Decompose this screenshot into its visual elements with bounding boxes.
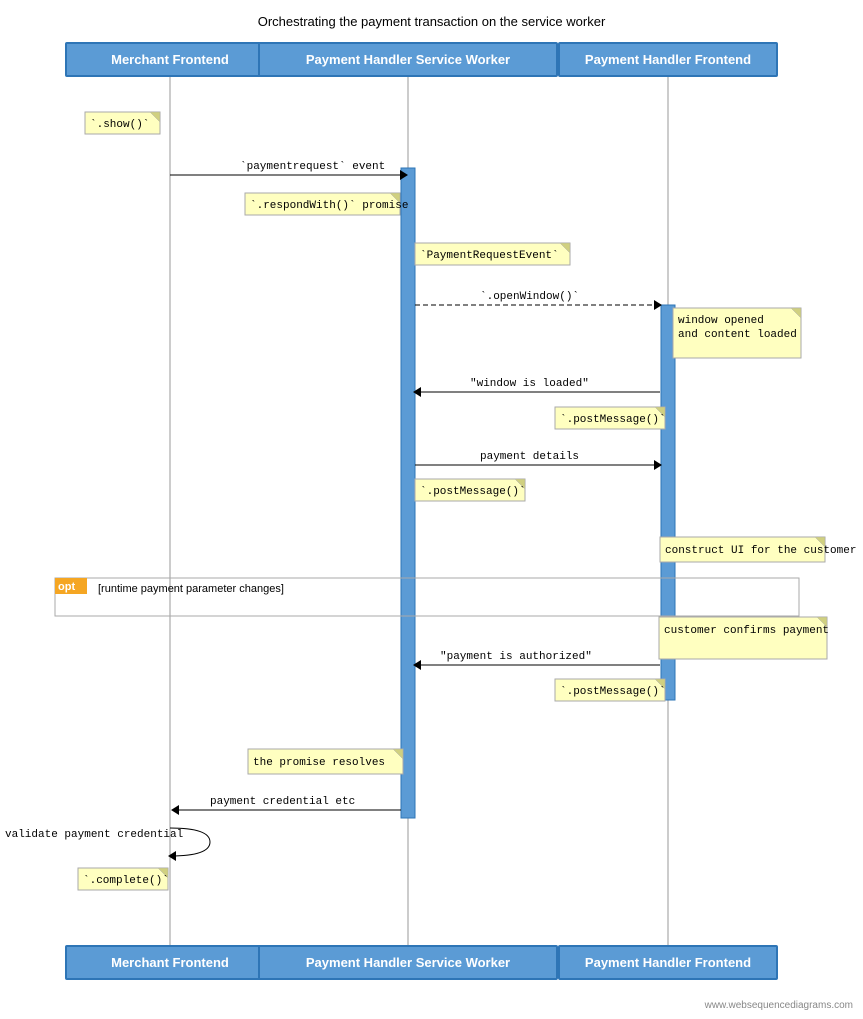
svg-text:construct UI for the customer: construct UI for the customer <box>665 545 856 557</box>
svg-text:window opened: window opened <box>678 315 764 327</box>
svg-text:`PaymentRequestEvent`: `PaymentRequestEvent` <box>420 249 559 262</box>
svg-text:`.postMessage()`: `.postMessage()` <box>560 685 666 698</box>
actor-handler-sw-bottom: Payment Handler Service Worker <box>258 945 558 980</box>
svg-text:`.postMessage()`: `.postMessage()` <box>420 485 526 498</box>
svg-text:payment credential etc: payment credential etc <box>210 796 355 808</box>
svg-text:[runtime payment parameter cha: [runtime payment parameter changes] <box>98 583 284 595</box>
actor-handler-sw-top: Payment Handler Service Worker <box>258 42 558 77</box>
svg-text:customer confirms payment: customer confirms payment <box>664 625 829 637</box>
svg-text:"payment is authorized": "payment is authorized" <box>440 651 592 663</box>
watermark: www.websequencediagrams.com <box>705 1000 853 1011</box>
actor-merchant-top: Merchant Frontend <box>65 42 275 77</box>
svg-text:"window is loaded": "window is loaded" <box>470 378 589 390</box>
actor-handler-fe-bottom: Payment Handler Frontend <box>558 945 778 980</box>
diagram-container: Orchestrating the payment transaction on… <box>0 0 863 1019</box>
actor-handler-fe-top: Payment Handler Frontend <box>558 42 778 77</box>
diagram-title: Orchestrating the payment transaction on… <box>0 0 863 37</box>
svg-text:`.openWindow()`: `.openWindow()` <box>480 290 579 303</box>
svg-text:`paymentrequest` event: `paymentrequest` event <box>240 160 385 173</box>
svg-text:the promise resolves: the promise resolves <box>253 757 385 769</box>
svg-text:and content loaded: and content loaded <box>678 329 797 341</box>
svg-text:validate payment credential: validate payment credential <box>5 829 183 841</box>
svg-text:opt: opt <box>58 581 75 593</box>
svg-text:`.respondWith()` promise: `.respondWith()` promise <box>250 199 408 212</box>
svg-text:`.show()`: `.show()` <box>90 118 149 131</box>
svg-text:`.postMessage()`: `.postMessage()` <box>560 413 666 426</box>
svg-text:`.complete()`: `.complete()` <box>83 874 169 887</box>
actor-merchant-bottom: Merchant Frontend <box>65 945 275 980</box>
svg-text:payment details: payment details <box>480 451 579 463</box>
